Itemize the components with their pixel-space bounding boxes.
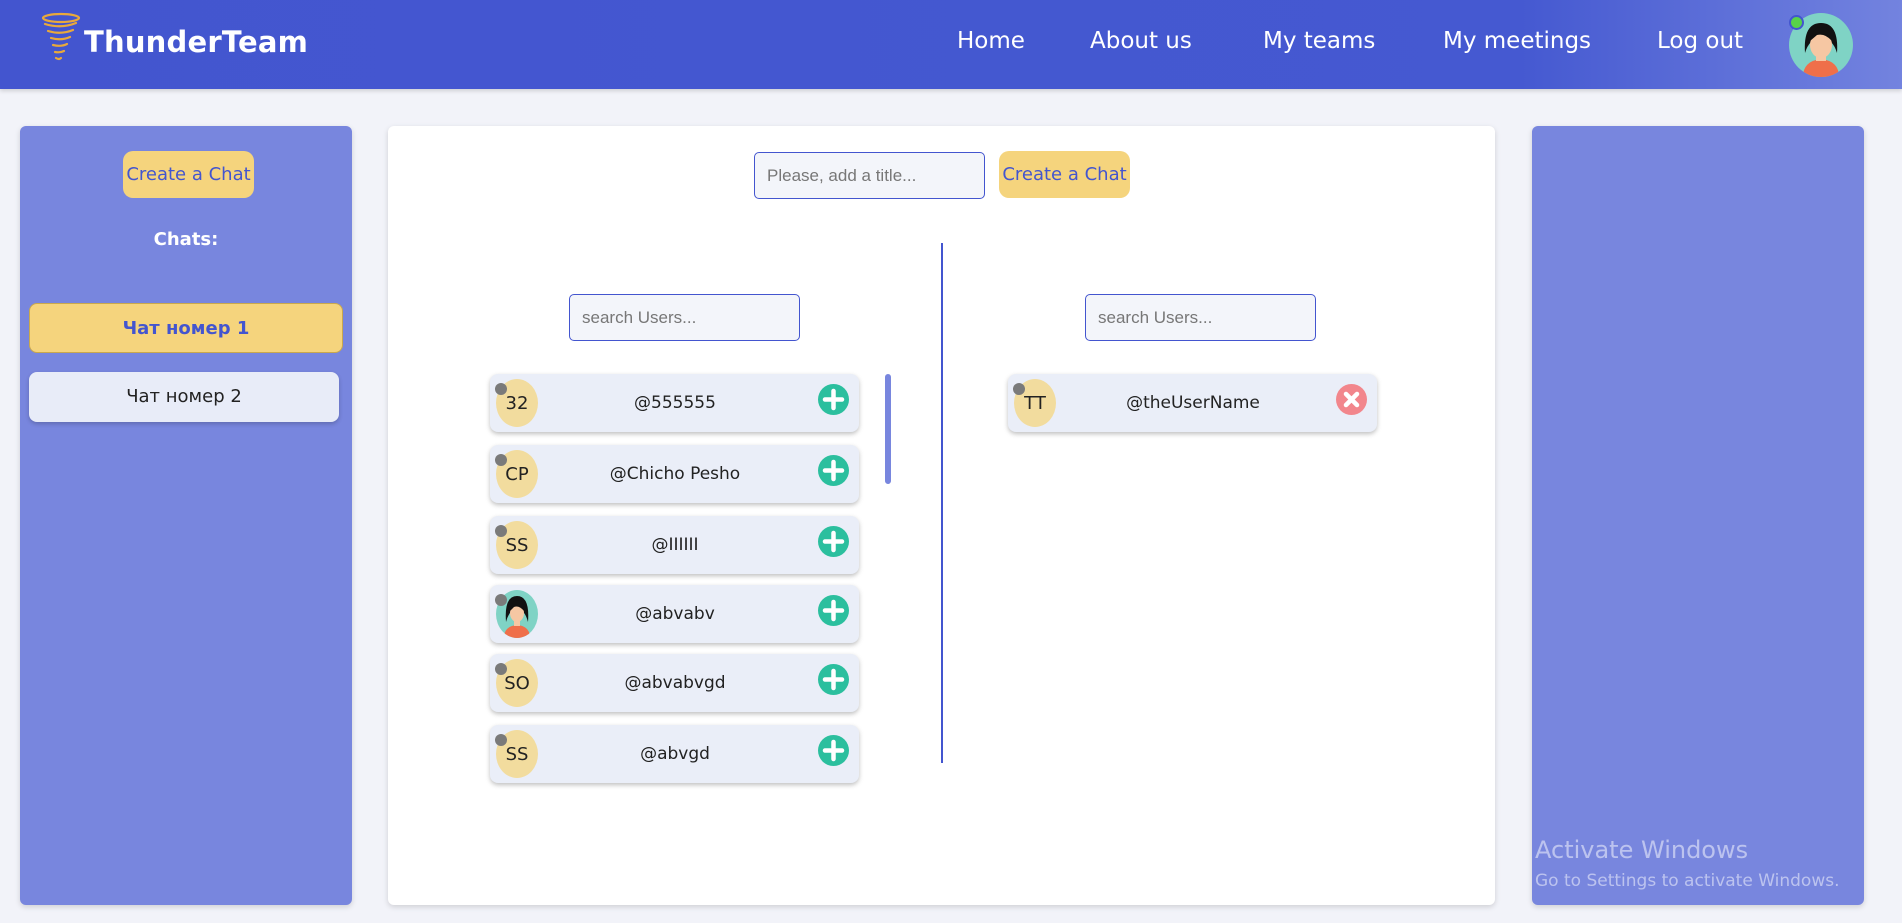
add-icon	[822, 668, 845, 691]
status-dot	[1013, 383, 1025, 395]
create-chat-panel: Create a Chat 32 @555555 CP @Chicho Pesh…	[388, 126, 1495, 905]
status-dot	[495, 383, 507, 395]
user-card: @abvabv	[490, 585, 859, 643]
user-name: @555555	[634, 393, 716, 413]
app-logo[interactable]: ThunderTeam	[40, 10, 308, 68]
add-icon	[822, 459, 845, 482]
user-card: SS @IIIIII	[490, 516, 859, 574]
add-user-button[interactable]	[818, 455, 849, 486]
user-name: @abvgd	[640, 744, 710, 764]
create-chat-button[interactable]: Create a Chat	[123, 151, 254, 198]
nav-home-link[interactable]: Home	[957, 28, 1025, 54]
add-icon	[822, 739, 845, 762]
search-selected-users-input[interactable]	[1085, 294, 1316, 341]
user-card: CP @Chicho Pesho	[490, 445, 859, 503]
user-name: @abvabvgd	[624, 673, 726, 693]
status-dot	[495, 594, 507, 606]
search-available-users-input[interactable]	[569, 294, 800, 341]
user-name: @Chicho Pesho	[609, 464, 741, 484]
user-name: @IIIIII	[651, 535, 699, 555]
chats-sidebar: Create a Chat Chats: Чат номер 1 Чат ном…	[20, 126, 352, 905]
nav-logout-link[interactable]: Log out	[1657, 28, 1743, 54]
status-dot	[495, 454, 507, 466]
chat-title-input[interactable]	[754, 152, 985, 199]
nav-my-meetings-link[interactable]: My meetings	[1443, 28, 1591, 54]
add-user-button[interactable]	[818, 595, 849, 626]
status-dot	[495, 663, 507, 675]
user-name: @theUserName	[1126, 393, 1260, 413]
windows-activation-subtitle: Go to Settings to activate Windows.	[1535, 871, 1840, 891]
add-user-button[interactable]	[818, 664, 849, 695]
nav-my-teams-link[interactable]: My teams	[1263, 28, 1375, 54]
add-icon	[822, 599, 845, 622]
create-chat-submit-button[interactable]: Create a Chat	[999, 151, 1130, 198]
windows-activation-title: Activate Windows	[1535, 836, 1749, 864]
selected-user-card: TT @theUserName	[1008, 374, 1377, 432]
user-name: @abvabv	[635, 604, 715, 624]
column-divider	[941, 243, 943, 763]
user-card: 32 @555555	[490, 374, 859, 432]
remove-user-button[interactable]	[1336, 384, 1367, 415]
chat-item[interactable]: Чат номер 2	[29, 372, 339, 422]
user-card: SS @abvgd	[490, 725, 859, 783]
tornado-icon	[41, 12, 81, 61]
app-name: ThunderTeam	[84, 25, 309, 59]
add-icon	[822, 530, 845, 553]
status-dot	[495, 734, 507, 746]
remove-icon	[1343, 391, 1360, 408]
status-dot	[495, 525, 507, 537]
nav-about-link[interactable]: About us	[1090, 28, 1192, 54]
add-icon	[822, 388, 845, 411]
add-user-button[interactable]	[818, 735, 849, 766]
add-user-button[interactable]	[818, 526, 849, 557]
chat-item-active[interactable]: Чат номер 1	[29, 303, 343, 353]
right-sidebar	[1532, 126, 1864, 905]
chats-heading: Chats:	[153, 229, 219, 250]
user-list-scrollbar[interactable]	[885, 374, 891, 484]
top-navbar: ThunderTeam Home About us My teams My me…	[0, 0, 1902, 89]
add-user-button[interactable]	[818, 384, 849, 415]
user-card: SO @abvabvgd	[490, 654, 859, 712]
online-status-dot	[1789, 15, 1804, 30]
